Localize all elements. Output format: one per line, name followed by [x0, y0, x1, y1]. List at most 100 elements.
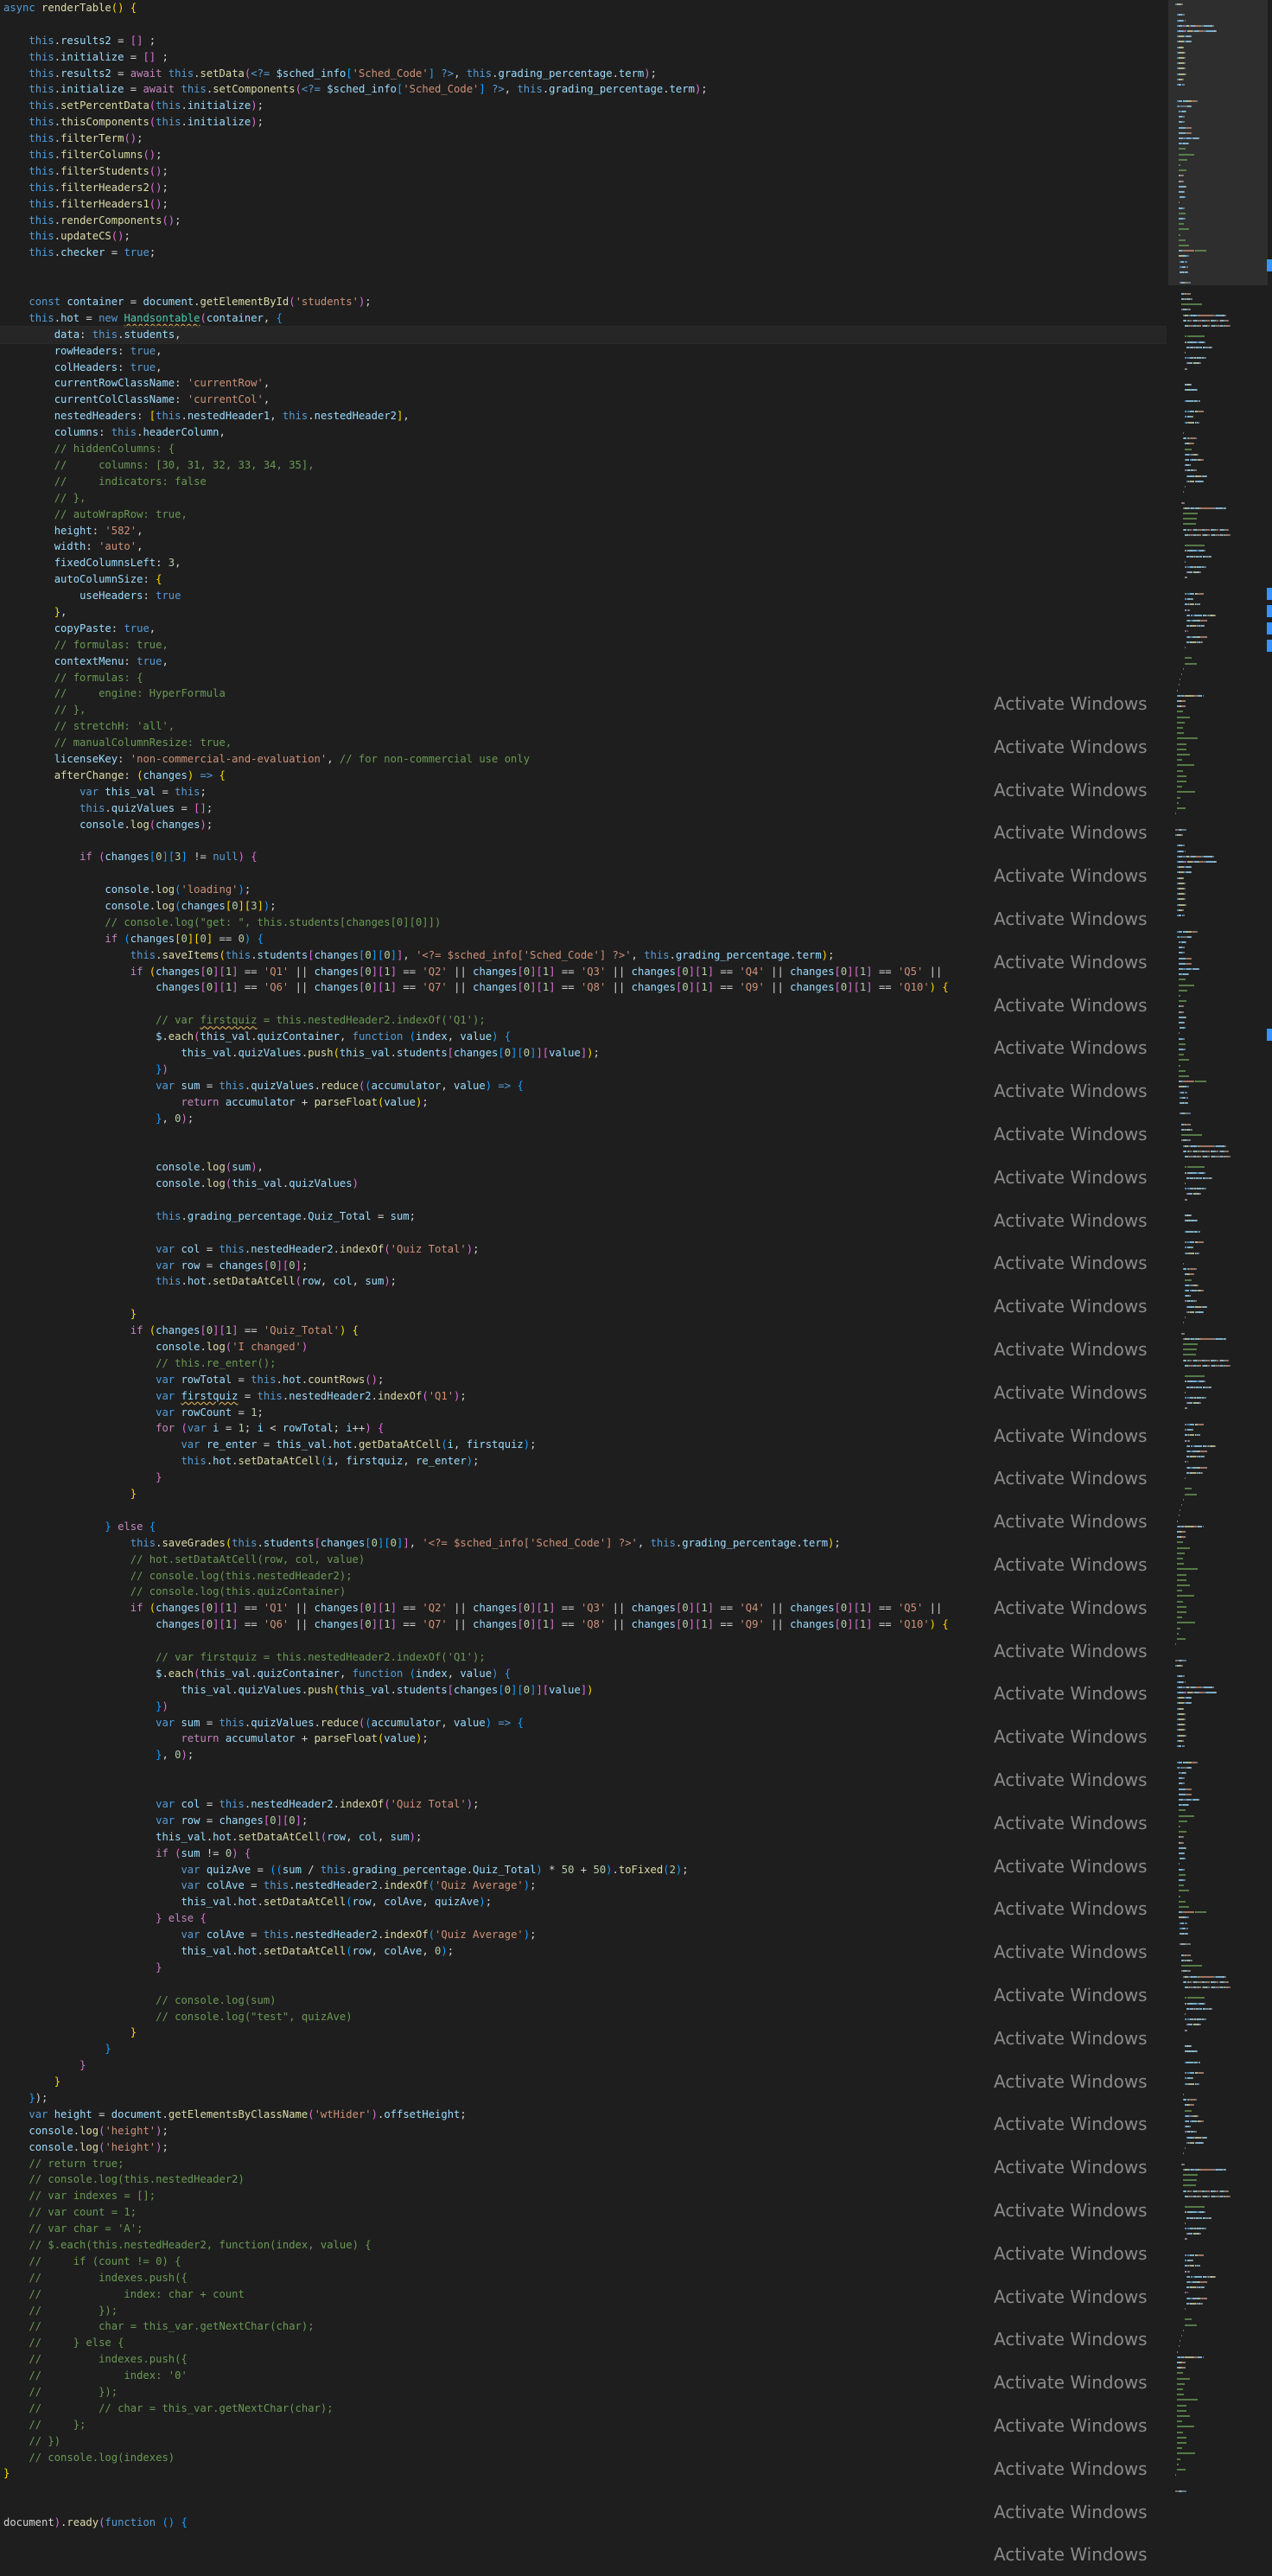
code-line[interactable]: this.filterHeaders1();	[0, 196, 1167, 213]
code-line[interactable]: data: this.students,	[0, 325, 1167, 344]
code-line[interactable]: this.thisComponents(this.initialize);	[0, 114, 1167, 131]
code-line[interactable]: columns: this.headerColumn,	[0, 424, 1167, 441]
code-line[interactable]: // console.log(sum)	[0, 1993, 1167, 2009]
code-line[interactable]: licenseKey: 'non-commercial-and-evaluati…	[0, 751, 1167, 768]
code-line[interactable]: // };	[0, 2417, 1167, 2433]
code-line[interactable]: // engine: HyperFormula	[0, 685, 1167, 702]
code-line[interactable]: this.grading_percentage.Quiz_Total = sum…	[0, 1208, 1167, 1225]
code-line[interactable]: var this_val = this;	[0, 784, 1167, 800]
code-line[interactable]: }	[0, 2057, 1167, 2074]
code-line[interactable]: }, 0);	[0, 1747, 1167, 1763]
code-line[interactable]: var rowTotal = this.hot.countRows();	[0, 1372, 1167, 1388]
code-line[interactable]: return accumulator + parseFloat(value);	[0, 1094, 1167, 1111]
code-line[interactable]: // indexes.push({	[0, 2270, 1167, 2286]
code-line[interactable]	[0, 996, 1167, 1012]
code-line[interactable]: this.hot.setDataAtCell(row, col, sum);	[0, 1273, 1167, 1290]
code-line[interactable]: if (changes[0][1] == 'Quiz_Total') {	[0, 1323, 1167, 1339]
code-line[interactable]: }	[0, 2041, 1167, 2057]
code-line[interactable]: var height = document.getElementsByClass…	[0, 2107, 1167, 2123]
code-line[interactable]: this.initialize = await this.setComponen…	[0, 81, 1167, 98]
code-line[interactable]: });	[0, 2090, 1167, 2107]
code-line[interactable]: // var indexes = [];	[0, 2188, 1167, 2204]
code-line[interactable]: this.saveItems(this.students[changes[0][…	[0, 947, 1167, 964]
scrollbar-markers[interactable]	[1267, 0, 1272, 2576]
code-line[interactable]: if (sum != 0) {	[0, 1846, 1167, 1862]
code-line[interactable]: // var char = 'A';	[0, 2221, 1167, 2237]
code-line[interactable]: currentColClassName: 'currentCol',	[0, 392, 1167, 408]
code-line[interactable]: // var firstquiz = this.nestedHeader2.in…	[0, 1649, 1167, 1666]
code-line[interactable]: this.filterTerm();	[0, 131, 1167, 147]
code-line[interactable]: var quizAve = ((sum / this.grading_perce…	[0, 1862, 1167, 1878]
code-line[interactable]: var row = changes[0][0];	[0, 1813, 1167, 1829]
code-line[interactable]: this.setPercentData(this.initialize);	[0, 98, 1167, 114]
code-line[interactable]: currentRowClassName: 'currentRow',	[0, 375, 1167, 392]
code-line[interactable]: } else {	[0, 1910, 1167, 1927]
code-line[interactable]: console.log(changes[0][3]);	[0, 898, 1167, 915]
code-line[interactable]: // hot.setDataAtCell(row, col, value)	[0, 1552, 1167, 1568]
code-line[interactable]: this.filterStudents();	[0, 163, 1167, 180]
code-line[interactable]: this.results2 = await this.setData(<?= $…	[0, 66, 1167, 82]
code-line[interactable]	[0, 865, 1167, 882]
code-line[interactable]: document).ready(function () {	[0, 2515, 1167, 2531]
code-line[interactable]: // return true;	[0, 2156, 1167, 2172]
code-line[interactable]	[0, 1780, 1167, 1796]
code-line[interactable]: // formulas: {	[0, 670, 1167, 686]
code-line[interactable]	[0, 1633, 1167, 1649]
code-line[interactable]: this.filterHeaders2();	[0, 180, 1167, 196]
code-line[interactable]: for (var i = 1; i < rowTotal; i++) {	[0, 1420, 1167, 1437]
code-line[interactable]: // console.log(this.nestedHeader2);	[0, 1568, 1167, 1584]
code-line[interactable]: $.each(this_val.quizContainer, function …	[0, 1029, 1167, 1045]
code-line[interactable]	[0, 2498, 1167, 2515]
minimap[interactable]	[1168, 0, 1272, 2576]
code-line[interactable]: autoColumnSize: {	[0, 571, 1167, 588]
code-line[interactable]	[0, 277, 1167, 294]
code-line[interactable]: if (changes[0][1] == 'Q1' || changes[0][…	[0, 1600, 1167, 1616]
code-line[interactable]: this.updateCS();	[0, 228, 1167, 245]
code-line[interactable]: } else {	[0, 1519, 1167, 1535]
code-line[interactable]: var rowCount = 1;	[0, 1405, 1167, 1421]
code-line[interactable]	[0, 1225, 1167, 1241]
code-line[interactable]: // var count = 1;	[0, 2204, 1167, 2221]
code-line[interactable]: this.checker = true;	[0, 245, 1167, 261]
code-line[interactable]: // manualColumnResize: true,	[0, 735, 1167, 751]
code-line[interactable]: }	[0, 2074, 1167, 2090]
code-line[interactable]: var row = changes[0][0];	[0, 1258, 1167, 1274]
code-line[interactable]: }	[0, 1470, 1167, 1486]
code-line[interactable]: console.log(this_val.quizValues)	[0, 1176, 1167, 1192]
code-line[interactable]	[0, 1126, 1167, 1143]
code-line[interactable]: fixedColumnsLeft: 3,	[0, 555, 1167, 571]
code-line[interactable]: changes[0][1] == 'Q6' || changes[0][1] =…	[0, 979, 1167, 996]
code-line[interactable]: // index: char + count	[0, 2286, 1167, 2303]
code-line[interactable]: console.log(changes);	[0, 817, 1167, 833]
code-line[interactable]: // },	[0, 490, 1167, 507]
code-line[interactable]: console.log('loading');	[0, 882, 1167, 898]
code-line[interactable]: // })	[0, 2433, 1167, 2450]
code-line[interactable]	[0, 1763, 1167, 1780]
code-line[interactable]: var col = this.nestedHeader2.indexOf('Qu…	[0, 1241, 1167, 1258]
code-line[interactable]: // columns: [30, 31, 32, 33, 34, 35],	[0, 457, 1167, 474]
code-line[interactable]: // console.log(this.quizContainer)	[0, 1584, 1167, 1600]
code-line[interactable]	[0, 2482, 1167, 2498]
code-line[interactable]: // indexes.push({	[0, 2351, 1167, 2368]
code-line[interactable]	[0, 832, 1167, 849]
code-line[interactable]: this_val.hot.setDataAtCell(row, colAve, …	[0, 1943, 1167, 1960]
code-line[interactable]: // hiddenColumns: {	[0, 441, 1167, 457]
code-line[interactable]: height: '582',	[0, 523, 1167, 539]
code-line[interactable]: var firstquiz = this.nestedHeader2.index…	[0, 1388, 1167, 1405]
code-line[interactable]: // console.log(this.nestedHeader2)	[0, 2171, 1167, 2188]
code-line[interactable]: // },	[0, 702, 1167, 718]
code-line[interactable]	[0, 1502, 1167, 1519]
code-line[interactable]: this.initialize = [] ;	[0, 49, 1167, 66]
code-line[interactable]: nestedHeaders: [this.nestedHeader1, this…	[0, 408, 1167, 424]
code-editor[interactable]: async renderTable() { this.results2 = []…	[0, 0, 1167, 2576]
code-line[interactable]: if (changes[0][3] != null) {	[0, 849, 1167, 865]
code-line[interactable]: // char = this_var.getNextChar(char);	[0, 2318, 1167, 2335]
code-lines[interactable]: async renderTable() { this.results2 = []…	[0, 0, 1167, 2531]
code-line[interactable]: if (changes[0][1] == 'Q1' || changes[0][…	[0, 964, 1167, 980]
code-line[interactable]: async renderTable() {	[0, 0, 1167, 16]
code-line[interactable]: // indicators: false	[0, 474, 1167, 490]
code-line[interactable]: console.log(sum),	[0, 1159, 1167, 1176]
code-line[interactable]: console.log('I changed')	[0, 1339, 1167, 1355]
code-line[interactable]: this.hot.setDataAtCell(i, firstquiz, re_…	[0, 1453, 1167, 1470]
code-line[interactable]: var sum = this.quizValues.reduce((accumu…	[0, 1078, 1167, 1094]
